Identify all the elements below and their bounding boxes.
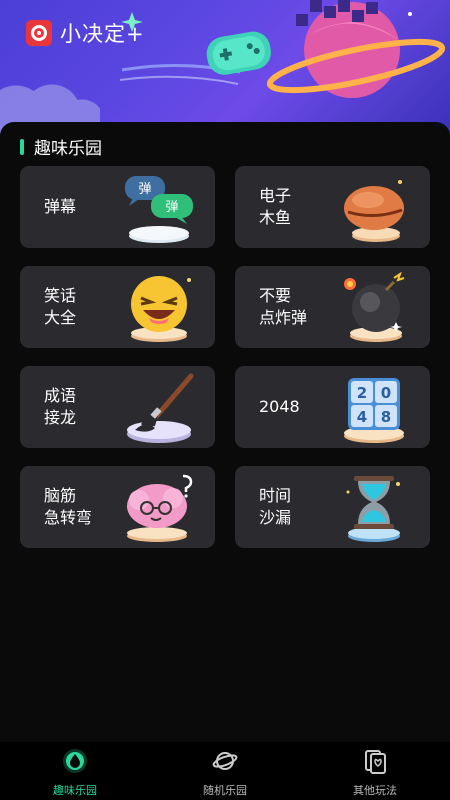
svg-text:弹: 弹 [165,200,178,215]
section-accent-bar [20,138,24,155]
card-label: 电子 木鱼 [259,186,292,227]
card-label: 不要 点炸弹 [259,286,308,327]
nav-tab-fun-park[interactable]: 趣味乐园 [20,748,130,798]
card-bomb[interactable]: 不要 点炸弹 [235,266,430,348]
planet-icon [212,752,238,770]
nav-tab-random-park[interactable]: 随机乐园 [170,748,280,798]
main-panel: 趣味乐园 弹幕 弹 弹 电子 木鱼 笑话 大全 不要 点炸弹 成语 接龙 204… [0,122,450,742]
drop-icon [63,749,87,773]
card-jokes[interactable]: 笑话 大全 [20,266,215,348]
header-banner: 小决定+ [0,0,450,135]
svg-text:0: 0 [381,384,391,402]
nav-label: 其他玩法 [353,784,397,797]
card-label: 2048 [259,397,300,416]
card-2048[interactable]: 2048 2 0 4 8 [235,366,430,448]
header-illustration [120,0,446,98]
nav-label: 随机乐园 [203,784,247,797]
app-logo-icon [26,20,52,46]
tiles-2048-icon: 2 0 4 8 [344,378,404,443]
laughing-emoji-icon [131,276,191,342]
nav-label: 趣味乐园 [53,784,97,797]
brush-icon [127,373,194,443]
danmu-bubbles-icon: 弹 弹 [125,176,193,243]
svg-text:2: 2 [357,384,367,402]
card-brain-teaser[interactable]: 脑筋 急转弯 [20,466,215,548]
card-hourglass[interactable]: 时间 沙漏 [235,466,430,548]
wooden-fish-icon [344,180,404,242]
card-label: 脑筋 急转弯 [44,486,93,527]
svg-text:4: 4 [357,408,367,426]
card-label: 弹幕 [44,197,77,216]
svg-text:弹: 弹 [138,182,151,197]
section-header: 趣味乐园 [20,134,102,159]
card-label: 成语 接龙 [44,386,77,427]
nav-tab-other-games[interactable]: 其他玩法 [320,748,430,798]
card-wooden-fish[interactable]: 电子 木鱼 [235,166,430,248]
cards-icon [365,750,386,774]
card-danmu[interactable]: 弹幕 弹 弹 [20,166,215,248]
brain-icon [127,474,193,542]
card-label: 笑话 大全 [44,286,77,327]
hourglass-icon [346,476,400,542]
card-idiom-chain[interactable]: 成语 接龙 [20,366,215,448]
card-label: 时间 沙漏 [259,486,292,527]
bomb-icon [344,272,405,342]
svg-text:8: 8 [381,408,391,426]
bottom-nav: 趣味乐园 随机乐园 其他玩法 [0,742,450,800]
app-title: 小决定+ [60,22,145,46]
section-title: 趣味乐园 [34,139,102,159]
